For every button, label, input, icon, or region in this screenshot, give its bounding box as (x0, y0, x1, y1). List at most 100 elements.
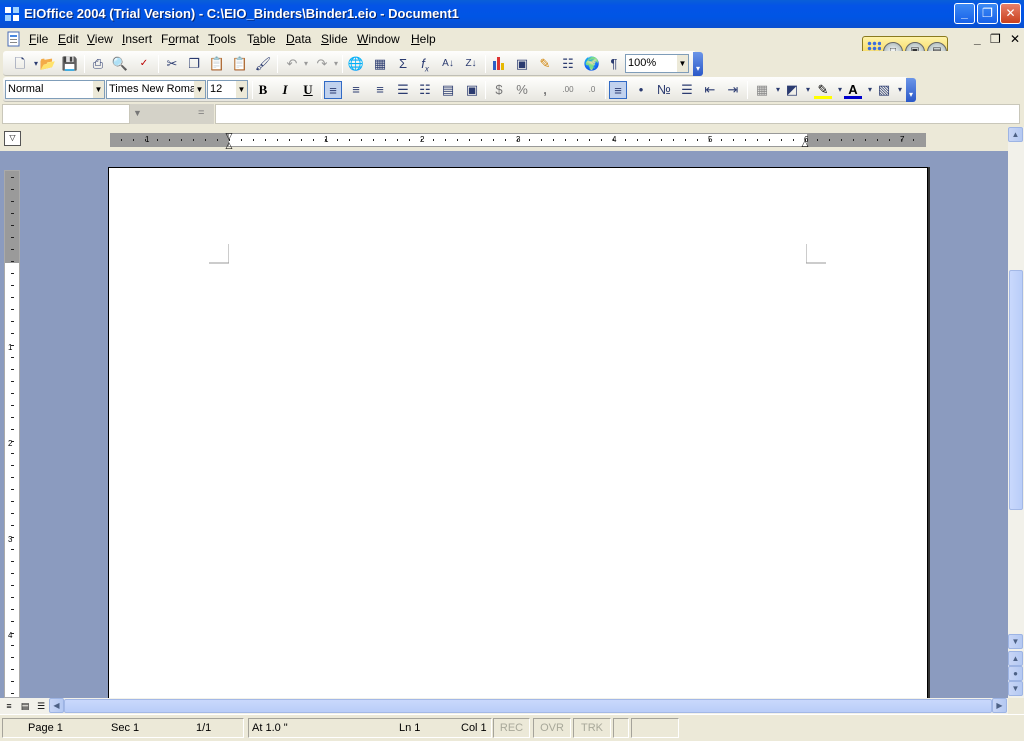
percent-button[interactable]: % (513, 81, 531, 99)
paste-special-icon[interactable]: 📋 (231, 55, 249, 73)
decrease-indent-icon[interactable]: ⇤ (701, 81, 719, 99)
outline-numbering-icon[interactable]: ☰ (678, 81, 696, 99)
chevron-down-icon[interactable]: ▼ (93, 81, 104, 98)
menu-help[interactable]: Help (411, 32, 436, 46)
currency-button[interactable]: $ (490, 81, 508, 99)
hyperlink-icon[interactable]: 🌐 (347, 55, 365, 73)
frame-icon[interactable]: ▣ (463, 81, 481, 99)
toolbar-options-button[interactable]: ▾ (693, 52, 703, 76)
justify-icon[interactable]: ☰ (394, 81, 412, 99)
web-icon[interactable]: 🌍 (583, 55, 601, 73)
tab-selector-icon[interactable]: ▽ (4, 131, 21, 146)
copy-icon[interactable]: ❐ (185, 55, 203, 73)
menu-file[interactable]: File (29, 32, 48, 46)
chart-icon[interactable] (490, 55, 508, 73)
status-ovr[interactable]: OVR (533, 718, 571, 738)
format-painter-icon[interactable]: 🖌 (254, 55, 272, 73)
font-size-select[interactable]: 12 ▼ (207, 80, 248, 99)
print-icon[interactable]: ⎙ (89, 55, 107, 73)
italic-button[interactable]: I (276, 81, 294, 99)
menu-slide[interactable]: Slide (321, 32, 348, 46)
title-bar[interactable]: EIOffice 2004 (Trial Version) - C:\EIO_B… (0, 0, 1024, 28)
doc-close-button[interactable]: ✕ (1010, 32, 1020, 46)
document-page[interactable] (108, 167, 928, 698)
next-page-icon[interactable]: ▼ (1008, 681, 1023, 696)
eioffice-app-icon[interactable] (4, 6, 20, 22)
underline-button[interactable]: U (299, 81, 317, 99)
scroll-up-icon[interactable]: ▲ (1008, 127, 1023, 142)
status-rec[interactable]: REC (493, 718, 530, 738)
doc-restore-button[interactable]: ❐ (990, 32, 1001, 46)
menu-window[interactable]: Window (357, 32, 400, 46)
spellcheck-icon[interactable]: ✓ (135, 55, 153, 73)
toolbar-options-button[interactable]: ▾ (906, 78, 916, 102)
previous-page-icon[interactable]: ▲ (1008, 651, 1023, 666)
formula-input[interactable] (215, 104, 1020, 124)
style-select[interactable]: Normal ▼ (5, 80, 105, 99)
show-formatting-icon[interactable]: ¶ (605, 55, 623, 73)
close-button[interactable]: ✕ (1000, 3, 1021, 24)
name-box[interactable] (2, 104, 130, 124)
menu-insert[interactable]: Insert (122, 32, 152, 46)
distribute-icon[interactable]: ☷ (416, 81, 434, 99)
document-icon[interactable] (6, 31, 22, 47)
increase-decimal-icon[interactable]: .00 (559, 81, 577, 99)
right-indent-marker[interactable]: △ (800, 138, 810, 148)
paste-icon[interactable]: 📋 (208, 55, 226, 73)
vertical-scroll-thumb[interactable] (1009, 270, 1023, 510)
select-browse-object-icon[interactable]: ● (1008, 666, 1023, 681)
comma-button[interactable]: , (536, 81, 554, 99)
menu-table[interactable]: Table (247, 32, 276, 46)
align-left-icon[interactable]: ≡ (324, 81, 342, 99)
chevron-down-icon[interactable]: ▼ (236, 81, 247, 98)
function-icon[interactable]: fx (416, 55, 434, 74)
horizontal-scroll-thumb[interactable] (64, 699, 992, 713)
bullets-icon[interactable]: • (632, 81, 650, 99)
doc-minimize-button[interactable]: _ (974, 32, 981, 46)
zoom-select[interactable]: 100% ▼ (625, 54, 689, 73)
open-icon[interactable]: 📂 (39, 55, 57, 73)
name-box-dropdown[interactable]: ▼ = (130, 104, 214, 124)
print-preview-icon[interactable]: 🔍 (111, 55, 129, 73)
highlight-color-icon[interactable]: ✎ (814, 81, 832, 99)
scroll-left-icon[interactable]: ◀ (49, 698, 64, 713)
menu-edit[interactable]: Edit (58, 32, 79, 46)
paragraph-align-icon[interactable]: ≡ (609, 81, 627, 99)
highlight-tool-icon[interactable]: ✎ (536, 55, 554, 73)
bold-button[interactable]: B (254, 81, 272, 99)
insert-table-icon[interactable]: ▦ (371, 55, 389, 73)
vertical-ruler[interactable]: 1 2 3 4 (4, 170, 20, 698)
font-color-button[interactable]: A (844, 81, 862, 99)
cut-icon[interactable]: ✂ (163, 55, 181, 73)
sort-descending-icon[interactable]: Z↓ (462, 55, 480, 73)
chevron-down-icon[interactable]: ▼ (194, 81, 205, 98)
minimize-button[interactable]: _ (954, 3, 975, 24)
status-trk[interactable]: TRK (573, 718, 611, 738)
menu-view[interactable]: View (87, 32, 113, 46)
increase-indent-icon[interactable]: ⇥ (724, 81, 742, 99)
vertical-scrollbar[interactable]: ▲ ▼ ▲ ● ▼ (1008, 127, 1024, 698)
chevron-down-icon[interactable]: ▼ (677, 55, 688, 72)
numbering-icon[interactable]: № (655, 81, 673, 99)
left-indent-marker[interactable]: △ (224, 140, 234, 150)
menu-tools[interactable]: Tools (208, 32, 236, 46)
tree-icon[interactable]: ☷ (559, 55, 577, 73)
menu-format[interactable]: Format (161, 32, 199, 46)
normal-view-icon[interactable]: ≡ (2, 699, 16, 713)
decrease-decimal-icon[interactable]: .0 (583, 81, 601, 99)
menu-data[interactable]: Data (286, 32, 311, 46)
scroll-right-icon[interactable]: ▶ (992, 698, 1007, 713)
horizontal-scrollbar[interactable]: ≡ ▤ ☰ ◀ ▶ (0, 698, 1008, 714)
text-box-icon[interactable]: ▤ (439, 81, 457, 99)
align-center-icon[interactable]: ≡ (347, 81, 365, 99)
font-select[interactable]: Times New Roma ▼ (106, 80, 206, 99)
restore-button[interactable]: ❐ (977, 3, 998, 24)
scroll-down-icon[interactable]: ▼ (1008, 634, 1023, 649)
align-right-icon[interactable]: ≡ (371, 81, 389, 99)
outline-view-icon[interactable]: ☰ (34, 699, 48, 713)
save-icon[interactable]: 💾 (61, 55, 79, 73)
insert-object-icon[interactable]: ▣ (513, 55, 531, 73)
page-view-icon[interactable]: ▤ (18, 699, 32, 713)
sum-icon[interactable]: Σ (394, 55, 412, 73)
sort-ascending-icon[interactable]: A↓ (439, 55, 457, 73)
